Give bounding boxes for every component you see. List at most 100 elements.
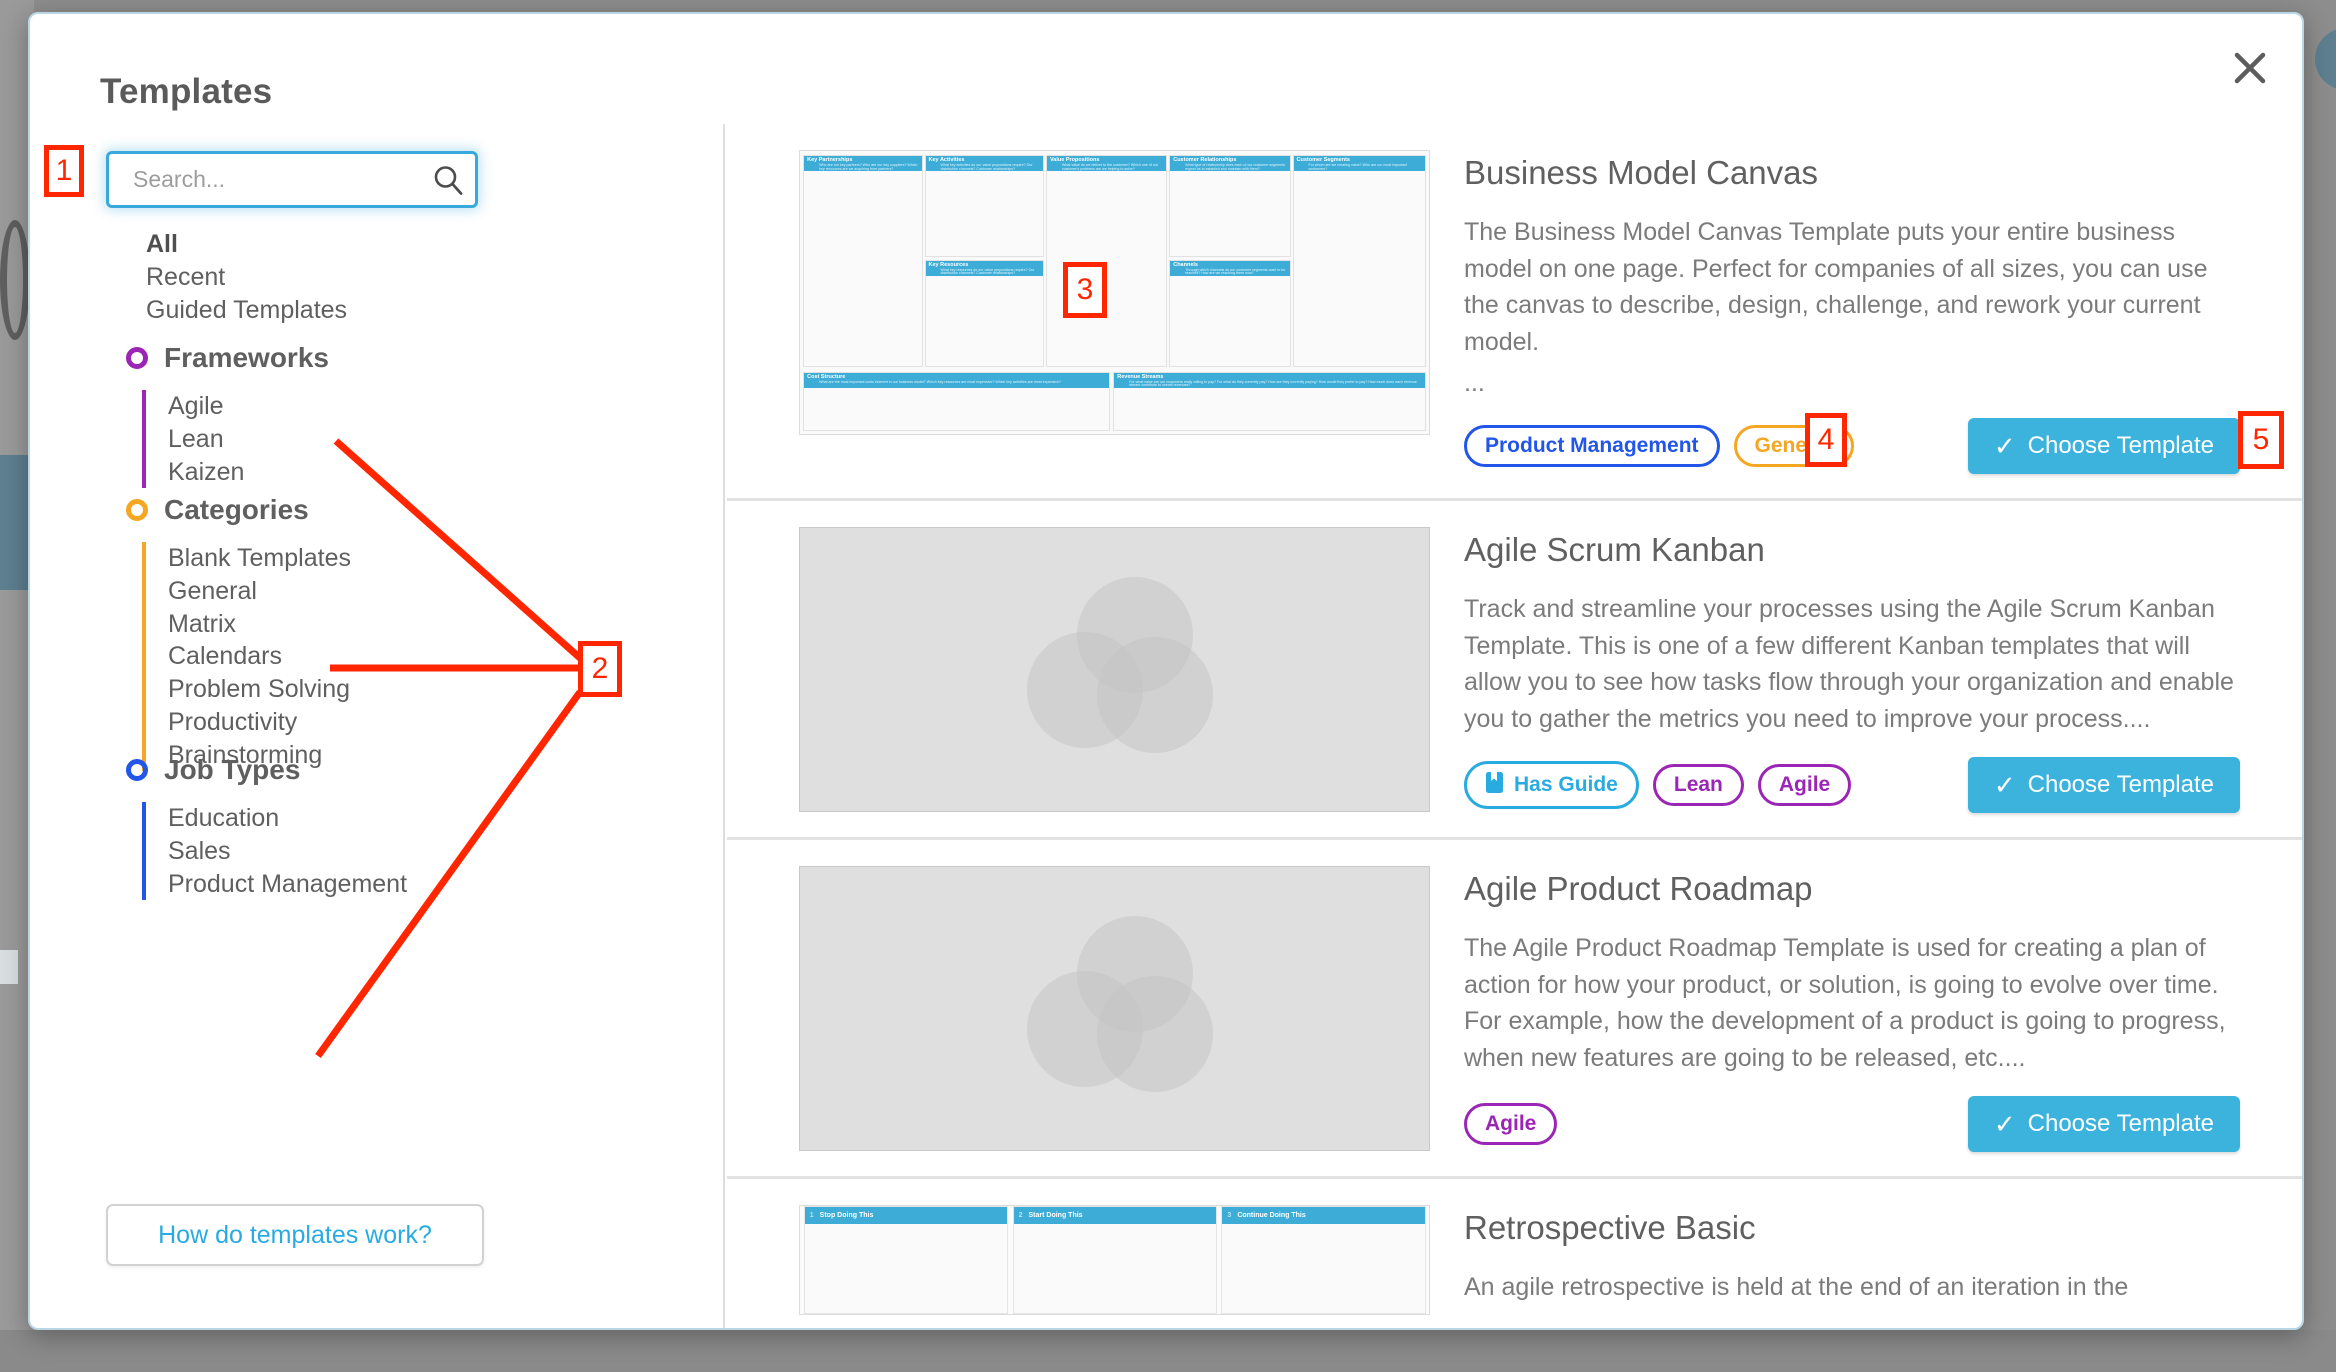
bmc-cell: Key Partnerships Who are our key partners… (803, 155, 923, 368)
sidebar-link-all[interactable]: All (146, 230, 178, 259)
sidebar-item-problem-solving[interactable]: Problem Solving (168, 673, 351, 706)
retro-column: 1 Stop Doing This (803, 1206, 1009, 1314)
bmc-cell-subtext: For what value are our customers really … (1129, 379, 1417, 388)
placeholder-image-icon (1026, 576, 1213, 753)
template-card-body: Retrospective Basic An agile retrospectiv… (1464, 1205, 2240, 1315)
template-card-footer: Has Guide Lean Agile ✓ Choose Template (1464, 757, 2240, 837)
sidebar-item-lean[interactable]: Lean (168, 423, 329, 456)
templates-dialog: Templates All Recent Guided Templates Fram… (28, 12, 2304, 1330)
sidebar-item-calendars[interactable]: Calendars (168, 640, 351, 673)
template-list[interactable]: Key Partnerships Who are our key partners… (727, 124, 2302, 1328)
choose-template-button[interactable]: ✓ Choose Template (1967, 757, 2240, 813)
sidebar: All Recent Guided Templates Frameworks Agil… (30, 124, 725, 1328)
background-decor-circle-top-right (2315, 28, 2336, 90)
annotation-marker-2: 2 (578, 641, 622, 697)
sidebar-item-general[interactable]: General (168, 575, 351, 608)
template-description: The Agile Product Roadmap Template is us… (1464, 934, 2226, 1072)
template-title[interactable]: Retrospective Basic (1464, 1209, 2240, 1247)
retro-column: 2 Start Doing This (1012, 1206, 1218, 1314)
sidebar-item-productivity[interactable]: Productivity (168, 706, 351, 739)
retro-column-title: Start Doing This (1028, 1212, 1083, 1219)
bmc-cell-header: Key Activities What key activities do our… (925, 156, 1044, 172)
sidebar-group-items: Blank Templates General Matrix Calendars Pro… (142, 542, 351, 772)
search-input[interactable] (131, 165, 431, 194)
bmc-cell-subtext: What key activities do our value proposi… (940, 163, 1033, 171)
retro-column-number: 1 (809, 1212, 814, 1219)
retro-column-title: Continue Doing This (1237, 1212, 1306, 1219)
sidebar-item-education[interactable]: Education (168, 802, 407, 835)
template-description: An agile retrospective is held at the en… (1464, 1273, 2129, 1301)
choose-template-button[interactable]: ✓ Choose Template (1967, 1096, 2240, 1152)
template-title[interactable]: Agile Scrum Kanban (1464, 531, 2240, 569)
tag-product-management[interactable]: Product Management (1464, 425, 1720, 467)
tag-label: Agile (1778, 773, 1831, 796)
sidebar-item-product-management[interactable]: Product Management (168, 868, 407, 901)
group-ring-icon (126, 759, 148, 781)
bmc-cell: Cost Structure What are the most importan… (803, 371, 1111, 432)
template-thumbnail[interactable] (799, 527, 1430, 812)
bmc-cell-header: Key Partnerships Who are our key partners… (804, 156, 922, 172)
sidebar-item-kaizen[interactable]: Kaizen (168, 456, 329, 489)
template-description-ellipsis: ... (1464, 369, 1485, 397)
sidebar-group-categories: Categories Blank Templates General Matrix Ca… (126, 494, 351, 772)
template-card-body: Agile Product Roadmap The Agile Product R… (1464, 866, 2240, 1176)
sidebar-group-items: Agile Lean Kaizen (142, 390, 329, 489)
template-tags: Product Management General (1464, 425, 1854, 467)
sidebar-group-header-frameworks[interactable]: Frameworks (126, 342, 329, 374)
bmc-cell-subtext: What key resources do our value proposit… (940, 267, 1035, 276)
template-card[interactable]: Agile Product Roadmap The Agile Product R… (727, 840, 2302, 1179)
tag-agile[interactable]: Agile (1464, 1103, 1558, 1145)
sidebar-item-sales[interactable]: Sales (168, 835, 407, 868)
template-card[interactable]: Key Partnerships Who are our key partners… (727, 124, 2302, 501)
bmc-cell-header: Customer Relationships What type of relat… (1170, 156, 1290, 172)
bmc-cell-header: Customer Segments For whom are we creatin… (1293, 156, 1425, 172)
tag-has-guide[interactable]: Has Guide (1464, 761, 1639, 809)
sidebar-link-recent[interactable]: Recent (146, 263, 225, 292)
template-description: Track and streamline your processes usin… (1464, 595, 2234, 733)
sidebar-group-header-job-types[interactable]: Job Types (126, 754, 407, 786)
tag-lean[interactable]: Lean (1652, 764, 1744, 806)
sidebar-link-guided-templates[interactable]: Guided Templates (146, 296, 347, 325)
retro-column-number: 3 (1227, 1212, 1232, 1219)
template-card-body: Agile Scrum Kanban Track and streamline y… (1464, 527, 2240, 837)
retro-column: 3 Continue Doing This (1221, 1206, 1426, 1314)
template-card[interactable]: 1 Stop Doing This 2 Start Doing This 3 Contin… (727, 1179, 2302, 1315)
background-bottom-bar (0, 1330, 2336, 1372)
annotation-marker-1: 1 (44, 145, 84, 197)
page-title: Templates (100, 72, 273, 111)
group-ring-icon (126, 347, 148, 369)
sidebar-group-header-categories[interactable]: Categories (126, 494, 351, 526)
annotation-marker-5: 5 (2238, 411, 2284, 469)
bmc-cell-header: Revenue Streams For what value are our cu… (1114, 372, 1425, 388)
bmc-cell-subtext: Who are our key partners? Who are our ke… (819, 163, 918, 171)
search-field[interactable] (106, 151, 478, 208)
sidebar-group-frameworks: Frameworks Agile Lean Kaizen (126, 342, 329, 489)
sidebar-item-blank-templates[interactable]: Blank Templates (168, 542, 351, 575)
template-card[interactable]: Agile Scrum Kanban Track and streamline y… (727, 501, 2302, 840)
bmc-cell-subtext: For whom are we creating value? Who are … (1308, 163, 1408, 171)
template-title[interactable]: Business Model Canvas (1464, 154, 2240, 192)
choose-template-button[interactable]: ✓ Choose Template (1967, 418, 2240, 474)
sidebar-group-job-types: Job Types Education Sales Product Managemen… (126, 754, 407, 901)
choose-template-label: Choose Template (2027, 432, 2214, 459)
tag-agile[interactable]: Agile (1757, 764, 1852, 806)
choose-template-label: Choose Template (2027, 1110, 2214, 1137)
choose-template-label: Choose Template (2027, 771, 2214, 798)
bmc-cell: Key Resources What key resources do our v… (924, 259, 1045, 368)
template-thumbnail[interactable]: 1 Stop Doing This 2 Start Doing This 3 Contin… (799, 1205, 1430, 1315)
template-thumbnail[interactable] (799, 866, 1430, 1151)
retro-column-header: 3 Continue Doing This (1222, 1207, 1425, 1224)
search-icon[interactable] (431, 163, 465, 197)
template-thumbnail[interactable]: Key Partnerships Who are our key partners… (799, 150, 1430, 435)
template-title[interactable]: Agile Product Roadmap (1464, 870, 2240, 908)
bmc-cell-header: Value Propositions What value do we deliv… (1046, 156, 1167, 172)
sidebar-item-agile[interactable]: Agile (168, 390, 329, 423)
retro-column-header: 1 Stop Doing This (804, 1207, 1008, 1224)
check-icon: ✓ (1993, 1109, 2016, 1139)
sidebar-item-matrix[interactable]: Matrix (168, 608, 351, 641)
business-model-canvas-thumbnail: Key Partnerships Who are our key partners… (800, 151, 1429, 434)
how-do-templates-work-button[interactable]: How do templates work? (106, 1204, 484, 1266)
close-icon[interactable] (2224, 42, 2276, 94)
template-card-footer: Agile ✓ Choose Template (1464, 1096, 2240, 1176)
sidebar-group-label: Job Types (164, 754, 301, 785)
